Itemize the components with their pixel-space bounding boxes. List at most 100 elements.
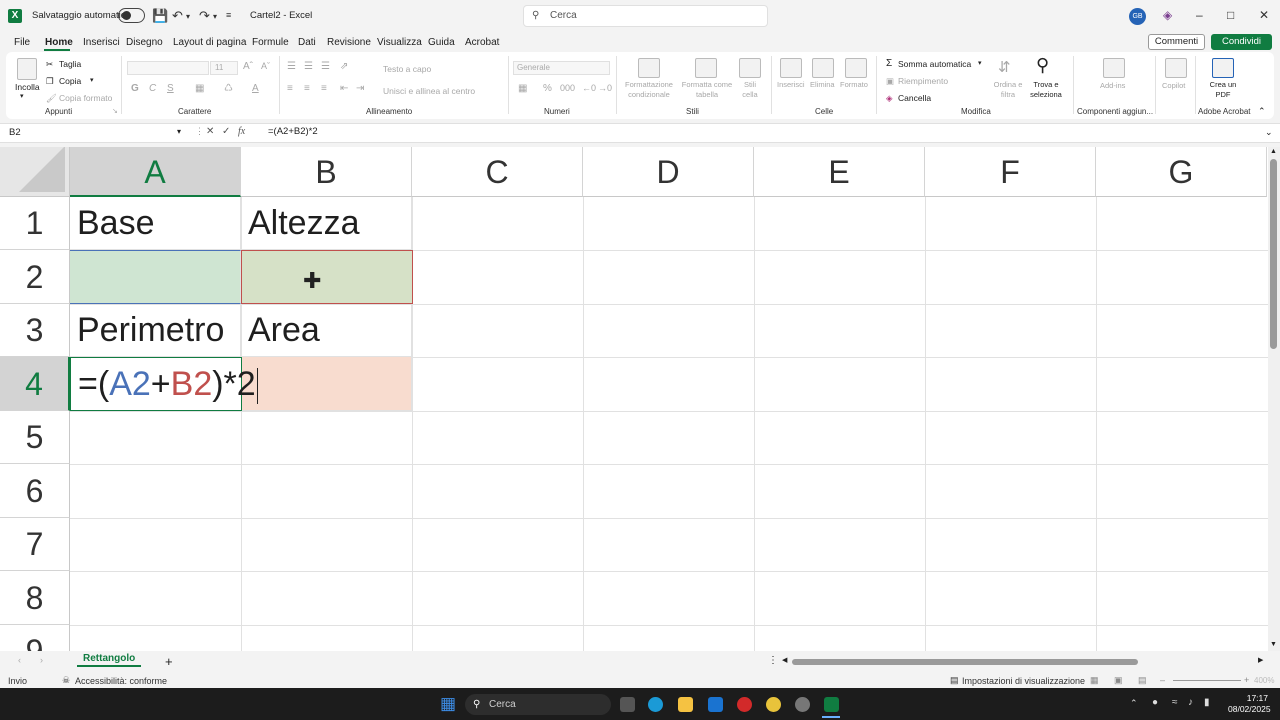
- row-header-1[interactable]: 1: [0, 197, 70, 250]
- cell-b3[interactable]: Area: [241, 304, 412, 357]
- close-icon[interactable]: ✕: [1259, 8, 1269, 22]
- decrease-font-icon[interactable]: Aˇ: [261, 61, 270, 71]
- copy-dropdown-icon[interactable]: ▾: [90, 76, 94, 84]
- battery-icon[interactable]: ▮: [1204, 697, 1210, 708]
- row-header-4[interactable]: 4: [0, 357, 70, 411]
- row-header-5[interactable]: 5: [0, 411, 70, 464]
- align-top-icon[interactable]: ☰: [287, 61, 296, 72]
- cell-styles-icon[interactable]: [739, 58, 761, 78]
- tray-chevron-icon[interactable]: ⌃: [1130, 698, 1138, 709]
- lightbulb-icon[interactable]: ◈: [1163, 8, 1172, 22]
- create-pdf-button[interactable]: Crea un PDF: [1208, 80, 1238, 100]
- align-left-icon[interactable]: ≡: [287, 83, 293, 94]
- zoom-in-icon[interactable]: +: [1244, 675, 1249, 685]
- tab-revisione[interactable]: Revisione: [327, 37, 371, 48]
- eraser-icon[interactable]: ◈: [886, 93, 893, 104]
- undo-icon[interactable]: ↶: [172, 8, 183, 24]
- insert-cells-button[interactable]: Inserisci: [777, 80, 805, 89]
- bold-button[interactable]: G: [131, 83, 139, 94]
- find-select-button[interactable]: Trova e seleziona: [1027, 80, 1065, 100]
- column-header-b[interactable]: B: [241, 147, 412, 197]
- page-layout-icon[interactable]: ▣: [1114, 675, 1123, 686]
- tab-guida[interactable]: Guida: [428, 37, 455, 48]
- save-icon[interactable]: 💾: [152, 8, 168, 24]
- fill-icon[interactable]: ▣: [886, 76, 894, 87]
- cell-a2[interactable]: [70, 250, 241, 304]
- taskbar-clock[interactable]: 17:17 08/02/2025: [1228, 693, 1271, 715]
- row-header-7[interactable]: 7: [0, 518, 70, 571]
- find-icon[interactable]: ⚲: [1036, 55, 1049, 76]
- sum-icon[interactable]: Σ: [886, 58, 892, 69]
- prev-sheet-icon[interactable]: ‹: [18, 655, 21, 665]
- name-box-dropdown-icon[interactable]: ▾: [177, 127, 181, 136]
- expand-formula-bar-icon[interactable]: ⌄: [1265, 127, 1273, 138]
- align-center-icon[interactable]: ≡: [304, 83, 310, 94]
- zoom-level[interactable]: 400%: [1254, 676, 1274, 685]
- decrease-decimal-icon[interactable]: →0: [598, 83, 612, 93]
- accessibility-status[interactable]: Accessibilità: conforme: [75, 676, 167, 686]
- row-header-3[interactable]: 3: [0, 304, 70, 357]
- autosum-dropdown-icon[interactable]: ▾: [978, 59, 982, 67]
- cut-icon[interactable]: ✂: [46, 59, 53, 70]
- maximize-icon[interactable]: □: [1227, 8, 1234, 22]
- vertical-scrollbar[interactable]: ▲ ▼: [1268, 147, 1280, 651]
- wrap-text-button[interactable]: Testo a capo: [383, 64, 431, 74]
- horizontal-scroll-thumb[interactable]: [792, 659, 1138, 665]
- font-color-icon[interactable]: A: [252, 83, 259, 94]
- paste-dropdown-icon[interactable]: ▾: [20, 92, 24, 100]
- row-header-6[interactable]: 6: [0, 464, 70, 518]
- conditional-formatting-icon[interactable]: [638, 58, 660, 78]
- zoom-slider[interactable]: [1173, 680, 1241, 681]
- clear-button[interactable]: Cancella: [898, 93, 931, 103]
- autosum-button[interactable]: Somma automatica: [898, 59, 971, 69]
- minimize-icon[interactable]: –: [1196, 8, 1203, 22]
- accounting-icon[interactable]: ▦: [518, 83, 527, 94]
- opera-icon[interactable]: [737, 697, 752, 712]
- add-sheet-icon[interactable]: +: [165, 654, 173, 669]
- decrease-indent-icon[interactable]: ⇤: [340, 83, 348, 94]
- scroll-left-icon[interactable]: ◀: [782, 656, 787, 664]
- column-header-f[interactable]: F: [925, 147, 1096, 197]
- collapse-ribbon-icon[interactable]: ⌃: [1258, 106, 1266, 117]
- increase-decimal-icon[interactable]: ←0: [582, 83, 596, 93]
- add-ins-icon[interactable]: [1103, 58, 1125, 78]
- taskbar-search[interactable]: ⚲ Cerca: [465, 694, 611, 715]
- undo-dropdown-icon[interactable]: ▾: [186, 12, 190, 21]
- edge-icon[interactable]: [648, 697, 663, 712]
- row-header-9[interactable]: 9: [0, 625, 70, 651]
- chrome-icon[interactable]: [766, 697, 781, 712]
- paste-button[interactable]: Incolla: [15, 82, 40, 92]
- title-search-box[interactable]: ⚲ Cerca: [523, 5, 768, 27]
- cell-styles-button[interactable]: Stili cella: [737, 80, 763, 100]
- underline-button[interactable]: S: [167, 83, 174, 94]
- italic-button[interactable]: C: [149, 83, 156, 94]
- format-cells-button[interactable]: Formato: [840, 80, 868, 89]
- formula-content[interactable]: =(A2+B2)*2: [268, 126, 318, 137]
- microphone-icon[interactable]: ●: [1152, 697, 1158, 708]
- copy-icon[interactable]: ❐: [46, 76, 54, 87]
- page-break-icon[interactable]: ▤: [1138, 675, 1147, 686]
- column-header-g[interactable]: G: [1096, 147, 1267, 197]
- tab-formule[interactable]: Formule: [252, 37, 289, 48]
- font-family-select[interactable]: [127, 61, 209, 75]
- align-middle-icon[interactable]: ☰: [304, 61, 313, 72]
- align-right-icon[interactable]: ≡: [321, 83, 327, 94]
- increase-indent-icon[interactable]: ⇥: [356, 83, 364, 94]
- comma-icon[interactable]: 000: [560, 83, 575, 93]
- customize-toolbar-icon[interactable]: ≡: [226, 10, 231, 20]
- cut-button[interactable]: Taglia: [59, 59, 81, 69]
- cell-b2[interactable]: [241, 250, 413, 304]
- column-header-d[interactable]: D: [583, 147, 754, 197]
- select-all-corner[interactable]: [0, 147, 70, 197]
- sheet-tab-rettangolo[interactable]: Rettangolo: [77, 653, 142, 667]
- sort-filter-button[interactable]: Ordina e filtra: [991, 80, 1025, 100]
- splitter-icon[interactable]: ⋮: [768, 655, 778, 666]
- vertical-scroll-thumb[interactable]: [1270, 159, 1277, 349]
- column-header-e[interactable]: E: [754, 147, 925, 197]
- volume-icon[interactable]: ♪: [1188, 697, 1193, 708]
- normal-view-icon[interactable]: ▦: [1090, 675, 1099, 686]
- display-settings-icon[interactable]: ▤: [950, 675, 959, 686]
- delete-cells-icon[interactable]: [812, 58, 834, 78]
- percent-icon[interactable]: %: [543, 83, 552, 94]
- column-header-c[interactable]: C: [412, 147, 583, 197]
